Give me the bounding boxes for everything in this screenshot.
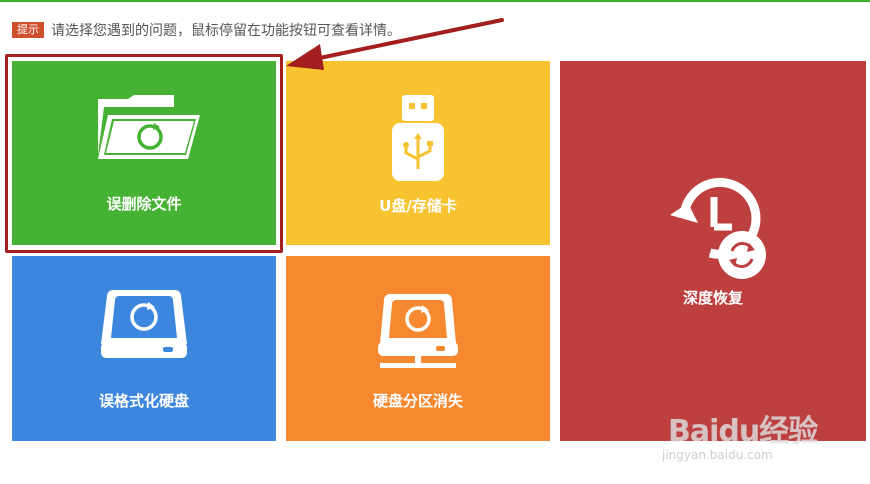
hint-badge: 提示 (12, 22, 44, 38)
annotation-arrow-icon (286, 18, 504, 70)
baidu-watermark: Baidu经验 jingyan.baidu.com (662, 388, 838, 468)
partition-lost-tile[interactable]: 硬盘分区消失 (286, 256, 550, 441)
top-divider (0, 0, 870, 2)
usb-card-label: U盘/存储卡 (379, 197, 457, 215)
usb-drive-icon (392, 95, 444, 181)
formatted-disk-label: 误格式化硬盘 (98, 392, 189, 410)
deleted-files-label: 误删除文件 (106, 195, 182, 213)
hard-disk-icon (101, 290, 187, 358)
partition-lost-label: 硬盘分区消失 (372, 392, 463, 410)
deep-recovery-label: 深度恢复 (682, 289, 743, 307)
network-disk-icon (378, 294, 458, 368)
folder-restore-icon (98, 95, 200, 159)
deep-recovery-tile[interactable]: 深度恢复 (560, 61, 866, 441)
formatted-disk-tile[interactable]: 误格式化硬盘 (12, 256, 276, 441)
clock-history-icon (670, 177, 766, 279)
deleted-files-tile[interactable]: 误删除文件 (12, 61, 276, 245)
watermark-brand: Baidu经验 (668, 414, 818, 449)
watermark-url: jingyan.baidu.com (662, 448, 773, 462)
usb-card-tile[interactable]: U盘/存储卡 (286, 61, 550, 245)
